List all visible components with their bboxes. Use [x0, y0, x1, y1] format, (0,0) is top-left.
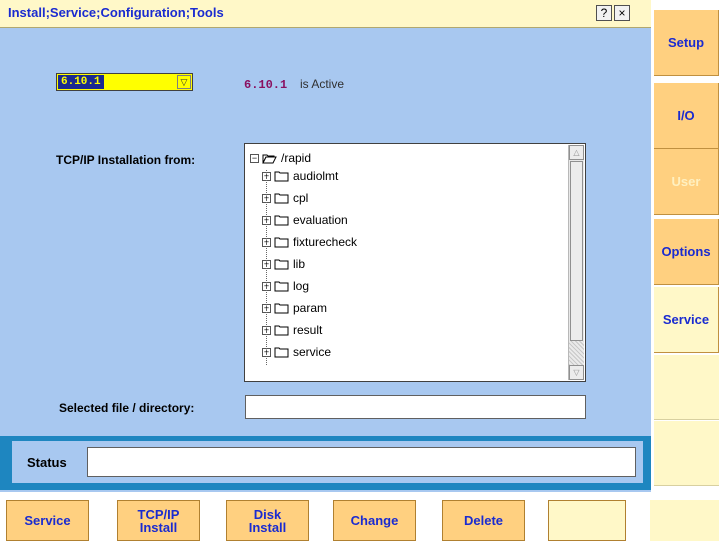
side-empty-slot	[654, 355, 719, 420]
side-tab-options[interactable]: Options	[654, 219, 719, 285]
tree-item[interactable]: + result	[262, 321, 322, 339]
status-field	[87, 447, 636, 477]
scroll-up-icon[interactable]: △	[569, 145, 584, 160]
tree-item[interactable]: + fixturecheck	[262, 233, 357, 251]
folder-icon	[274, 171, 289, 182]
version-select-value: 6.10.1	[58, 75, 104, 89]
scroll-track[interactable]	[569, 341, 584, 365]
folder-icon	[274, 281, 289, 292]
tree-item[interactable]: + service	[262, 343, 331, 361]
side-tab-user: User	[654, 149, 719, 215]
tree-item[interactable]: + cpl	[262, 189, 308, 207]
collapse-icon[interactable]: −	[250, 154, 259, 164]
tree-item-label: param	[293, 301, 328, 315]
disk-install-button[interactable]: Disk Install	[226, 500, 309, 541]
tree-item-label: evaluation	[293, 213, 348, 227]
empty-softkey	[650, 500, 719, 541]
tcpip-install-button[interactable]: TCP/IP Install	[117, 500, 200, 541]
status-label: Status	[27, 455, 67, 470]
tree-item[interactable]: + audiolmt	[262, 167, 338, 185]
tree-item[interactable]: + evaluation	[262, 211, 348, 229]
tree-item[interactable]: + param	[262, 299, 327, 317]
open-folder-icon	[262, 154, 277, 164]
folder-icon	[274, 347, 289, 358]
tree-item[interactable]: + log	[262, 277, 309, 295]
version-select[interactable]: 6.10.1 ▽	[56, 73, 193, 91]
active-version: 6.10.1	[244, 78, 288, 92]
folder-icon	[274, 193, 289, 204]
side-tab-io[interactable]: I/O	[654, 83, 719, 149]
window-title: Install;Service;Configuration;Tools	[8, 5, 224, 20]
tree-root-label: /rapid	[281, 151, 312, 165]
tree-item-label: service	[293, 345, 332, 359]
tree-guide-line	[266, 170, 267, 365]
tree-item-label: result	[293, 323, 323, 337]
tree-item-label: fixturecheck	[293, 235, 358, 249]
empty-softkey	[548, 500, 626, 541]
folder-icon	[274, 259, 289, 270]
side-tab-service[interactable]: Service	[654, 287, 719, 353]
title-bar: Install;Service;Configuration;Tools ? ×	[0, 0, 651, 28]
help-button[interactable]: ?	[596, 5, 612, 21]
scroll-down-icon[interactable]: ▽	[569, 365, 584, 380]
close-button[interactable]: ×	[614, 5, 630, 21]
tree-root[interactable]: − /rapid	[250, 149, 311, 167]
tcpip-installation-label: TCP/IP Installation from:	[56, 153, 196, 167]
service-button[interactable]: Service	[6, 500, 89, 541]
folder-icon	[274, 215, 289, 226]
side-empty-slot	[654, 421, 719, 486]
tree-item-label: lib	[293, 257, 306, 271]
selected-file-label: Selected file / directory:	[59, 401, 195, 415]
tree-item-label: log	[293, 279, 310, 293]
delete-button[interactable]: Delete	[442, 500, 525, 541]
tree-scrollbar[interactable]: △ ▽	[568, 145, 584, 380]
selected-file-input[interactable]	[245, 395, 586, 419]
folder-icon	[274, 325, 289, 336]
active-status-text: is Active	[300, 77, 345, 91]
folder-icon	[274, 237, 289, 248]
change-button[interactable]: Change	[333, 500, 416, 541]
tree-item[interactable]: + lib	[262, 255, 305, 273]
dropdown-arrow-icon[interactable]: ▽	[177, 75, 191, 89]
tree-item-label: cpl	[293, 191, 309, 205]
folder-icon	[274, 303, 289, 314]
tree-item-label: audiolmt	[293, 169, 339, 183]
directory-tree[interactable]: − /rapid + audiolmt + cpl + evaluation + fixt…	[244, 143, 586, 382]
scroll-thumb[interactable]	[570, 161, 583, 341]
side-tab-setup[interactable]: Setup	[654, 10, 719, 76]
